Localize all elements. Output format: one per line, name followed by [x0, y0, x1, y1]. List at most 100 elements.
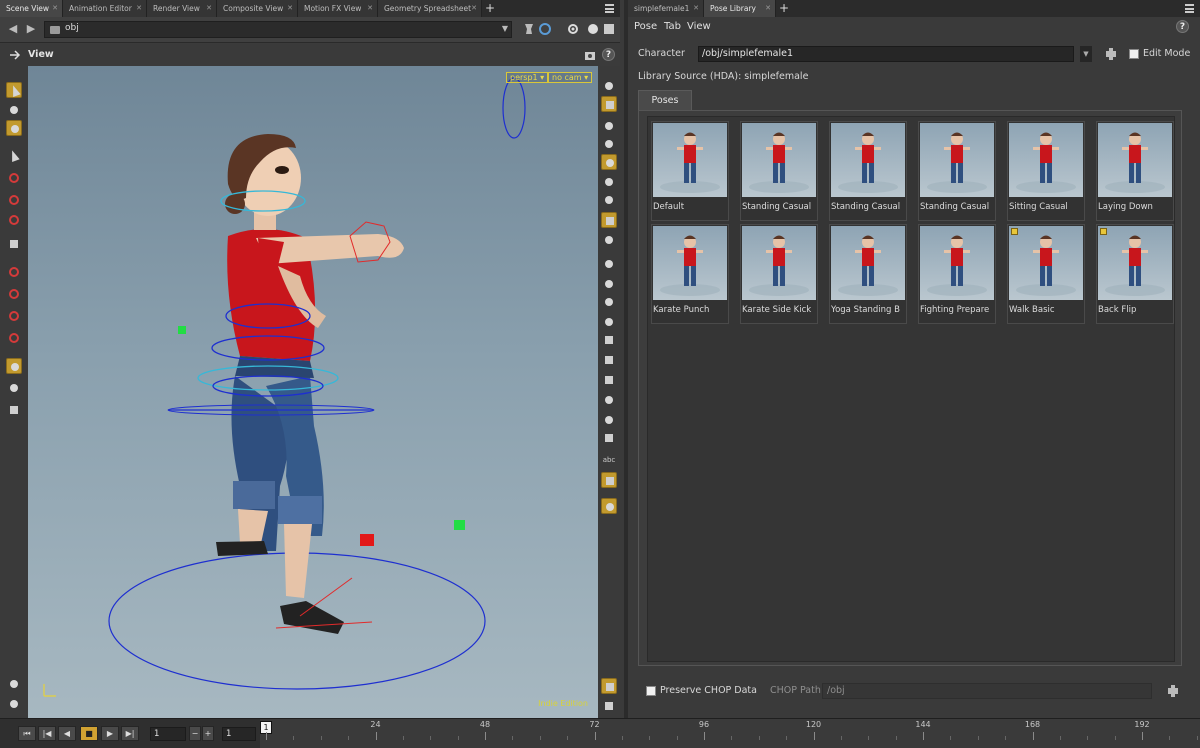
view-tool-icon[interactable]: [6, 380, 22, 396]
chevron-down-icon[interactable]: ▼: [502, 24, 508, 33]
pose-card[interactable]: Default: [651, 121, 729, 221]
edge-icon[interactable]: [601, 276, 617, 292]
pane-menu-icon[interactable]: [1185, 4, 1194, 13]
pin-light-2-icon[interactable]: [601, 192, 617, 208]
elbow-target[interactable]: [178, 326, 186, 334]
ik-target-box[interactable]: [360, 534, 374, 546]
menu-view[interactable]: View: [687, 21, 711, 32]
prim-icon[interactable]: [601, 332, 617, 348]
help-badge-icon[interactable]: [586, 22, 600, 36]
back-arrow-icon[interactable]: ◀: [6, 22, 20, 36]
pose-card[interactable]: Sitting Casual: [1007, 121, 1085, 221]
pointer-tool-icon[interactable]: [6, 148, 22, 164]
pole-target-box[interactable]: [454, 520, 465, 530]
magnet-icon[interactable]: [6, 308, 22, 324]
hull-icon[interactable]: [601, 352, 617, 368]
camera-icon[interactable]: [584, 48, 598, 62]
forward-arrow-icon[interactable]: ▶: [24, 22, 38, 36]
gear-icon[interactable]: [566, 22, 580, 36]
jump-start-button[interactable]: ⏮: [18, 726, 36, 741]
close-icon[interactable]: ✕: [693, 0, 699, 17]
handle-tool-icon[interactable]: [6, 102, 22, 118]
add-tab-icon[interactable]: +: [482, 0, 498, 17]
close-icon[interactable]: ✕: [471, 0, 477, 17]
eye-icon[interactable]: [601, 78, 617, 94]
snap-multi-icon[interactable]: [6, 330, 22, 346]
bulb-toggle-icon[interactable]: [601, 498, 617, 514]
tab-scene-view[interactable]: Scene View ✕: [0, 0, 63, 17]
play-reverse-button[interactable]: ◀: [58, 726, 76, 741]
pose-card[interactable]: Walk Basic: [1007, 224, 1085, 324]
pose-card[interactable]: Standing Casual: [829, 121, 907, 221]
sphere-icon[interactable]: [601, 136, 617, 152]
select-tool-icon[interactable]: [6, 82, 22, 98]
tab-pose-library[interactable]: Pose Library ✕: [704, 0, 776, 17]
step-back-button[interactable]: |◀: [38, 726, 56, 741]
network-path-field[interactable]: obj ▼: [44, 21, 512, 38]
menu-pose[interactable]: Pose: [634, 21, 657, 32]
add-tab-icon[interactable]: +: [776, 0, 792, 17]
tab-simplefemale1[interactable]: simplefemale1 ✕: [628, 0, 704, 17]
pose-card[interactable]: Karate Side Kick: [740, 224, 818, 324]
close-icon[interactable]: ✕: [367, 0, 373, 17]
visualizer-icon[interactable]: [6, 696, 22, 712]
tab-poses[interactable]: Poses: [638, 90, 692, 110]
close-icon[interactable]: ✕: [52, 0, 58, 17]
pose-card[interactable]: Yoga Standing B: [829, 224, 907, 324]
start-frame-field[interactable]: 1: [222, 727, 256, 741]
play-button[interactable]: ▶: [101, 726, 119, 741]
snap-point-icon[interactable]: [6, 286, 22, 302]
display-options-icon[interactable]: [6, 358, 22, 374]
corner-icon[interactable]: [601, 372, 617, 388]
close-icon[interactable]: ✕: [206, 0, 212, 17]
pin-icon[interactable]: [522, 22, 536, 36]
tab-render-view[interactable]: Render View ✕: [147, 0, 217, 17]
render-tool-icon[interactable]: [6, 402, 22, 418]
maximize-icon[interactable]: [602, 22, 616, 36]
close-icon[interactable]: ✕: [765, 0, 771, 17]
tab-geometry-spreadsheet[interactable]: Geometry Spreadsheet ✕: [378, 0, 482, 17]
character-path-field[interactable]: /obj/simplefemale1: [698, 46, 1074, 62]
camera-menu[interactable]: persp1 ▾: [506, 72, 549, 83]
pose-card[interactable]: Laying Down: [1096, 121, 1174, 221]
transform-tool-icon[interactable]: [6, 236, 22, 252]
link-icon[interactable]: [538, 22, 552, 36]
look-at-control[interactable]: [502, 77, 526, 139]
tab-animation-editor[interactable]: Animation Editor ✕: [63, 0, 147, 17]
pane-menu-icon[interactable]: [605, 4, 614, 13]
close-icon[interactable]: ✕: [136, 0, 142, 17]
pose-tool-icon[interactable]: [6, 120, 22, 136]
pose-card[interactable]: Standing Casual: [918, 121, 996, 221]
node-picker-icon[interactable]: [1166, 684, 1180, 698]
node-picker-icon[interactable]: [1104, 47, 1118, 61]
box-icon[interactable]: [601, 430, 617, 446]
bulb-icon[interactable]: [601, 154, 617, 170]
text-label-icon[interactable]: abc: [601, 452, 617, 468]
timeline-ruler[interactable]: 1 24 48 72 96 120 144 168 192: [260, 719, 1200, 748]
help-icon[interactable]: ?: [1176, 20, 1189, 33]
decrement-frame-button[interactable]: −: [189, 726, 201, 741]
background-icon[interactable]: [601, 472, 617, 488]
menu-tab[interactable]: Tab: [664, 21, 681, 32]
pin-light-icon[interactable]: [601, 174, 617, 190]
close-icon[interactable]: ✕: [287, 0, 293, 17]
grid-layout-icon[interactable]: [601, 678, 617, 694]
increment-frame-button[interactable]: +: [202, 726, 214, 741]
ghost-icon[interactable]: [6, 676, 22, 692]
normal-icon[interactable]: [601, 294, 617, 310]
lock-icon[interactable]: [601, 96, 617, 112]
translate-tool-icon[interactable]: [6, 170, 22, 186]
edit-mode-checkbox[interactable]: [1129, 49, 1139, 59]
preserve-chop-checkbox[interactable]: [646, 686, 656, 696]
pose-card[interactable]: Back Flip: [1096, 224, 1174, 324]
bone-icon[interactable]: [601, 392, 617, 408]
shading-icon[interactable]: [601, 212, 617, 228]
tab-motion-fx-view[interactable]: Motion FX View ✕: [298, 0, 378, 17]
snap-grid-icon[interactable]: [6, 264, 22, 280]
no-cam-menu[interactable]: no cam ▾: [548, 72, 593, 83]
snapshot-icon[interactable]: [601, 698, 617, 714]
3d-viewport[interactable]: persp1 ▾ no cam ▾ Indie Edition: [28, 66, 598, 718]
stop-button[interactable]: ■: [80, 726, 98, 741]
light-icon[interactable]: [601, 118, 617, 134]
chop-path-field[interactable]: /obj: [822, 683, 1152, 699]
